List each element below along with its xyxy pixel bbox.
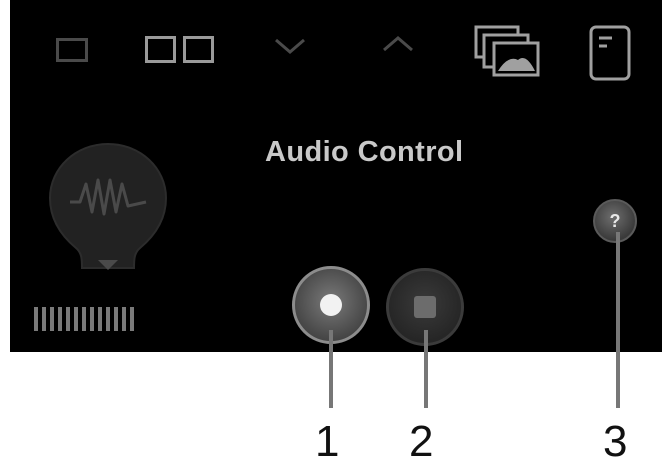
level-meter-bar [98,307,102,331]
level-meter-bar [34,307,38,331]
level-meter-bar [106,307,110,331]
dual-view-icon[interactable] [145,36,215,64]
help-label: ? [609,210,621,231]
dual-view-left-pane [145,36,176,63]
level-meter-bar [50,307,54,331]
callout-number-1: 1 [315,417,340,466]
level-meter-bar [66,307,70,331]
callout-line-3 [616,232,620,408]
record-icon [320,294,342,316]
level-meter-bar [114,307,118,331]
gallery-icon[interactable] [472,24,544,78]
single-view-icon[interactable] [56,38,88,62]
level-meter-bar [90,307,94,331]
callout-line-1 [329,330,333,408]
level-meter-bar [42,307,46,331]
callout-line-2 [424,330,428,408]
panel-title: Audio Control [265,136,464,168]
document-icon[interactable] [588,24,632,82]
audio-level-meter [34,307,134,331]
level-meter-bar [122,307,126,331]
callout-number-2: 2 [409,417,434,466]
dual-view-right-pane [183,36,214,63]
level-meter-bar [82,307,86,331]
level-meter-bar [130,307,134,331]
level-meter-bar [58,307,62,331]
stop-icon [414,296,436,318]
help-button[interactable]: ? [593,199,637,243]
waveform-bulb-icon [48,142,168,270]
chevron-up-icon[interactable] [380,32,416,56]
chevron-down-icon[interactable] [272,34,308,58]
callout-number-3: 3 [603,417,628,466]
level-meter-bar [74,307,78,331]
